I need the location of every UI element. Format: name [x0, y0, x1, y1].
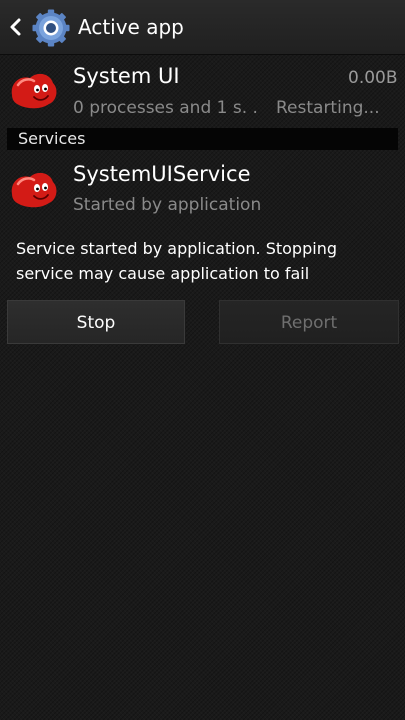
- services-section-header: Services: [7, 128, 398, 150]
- services-section-label: Services: [18, 129, 86, 148]
- app-status: Restarting...: [276, 98, 380, 118]
- stop-button[interactable]: Stop: [7, 300, 185, 344]
- service-subtitle: Started by application: [73, 195, 262, 215]
- service-name: SystemUIService: [73, 162, 251, 186]
- service-jellybean-icon: [11, 172, 57, 208]
- app-name: System UI: [73, 64, 180, 88]
- action-bar: Active app: [0, 0, 405, 55]
- service-row-systemuiservice[interactable]: SystemUIService Started by application: [0, 155, 405, 225]
- service-description: Service started by application. Stopping…: [16, 239, 337, 283]
- app-row-system-ui[interactable]: System UI 0.00B 0 processes and 1 s. . R…: [0, 56, 405, 126]
- app-size: 0.00B: [348, 68, 398, 88]
- settings-gear-icon: [32, 9, 70, 47]
- back-icon[interactable]: [6, 14, 26, 40]
- app-processes: 0 processes and 1 s. .: [73, 98, 258, 118]
- page-title: Active app: [78, 15, 184, 39]
- app-jellybean-icon: [11, 73, 57, 109]
- report-button[interactable]: Report: [219, 300, 399, 344]
